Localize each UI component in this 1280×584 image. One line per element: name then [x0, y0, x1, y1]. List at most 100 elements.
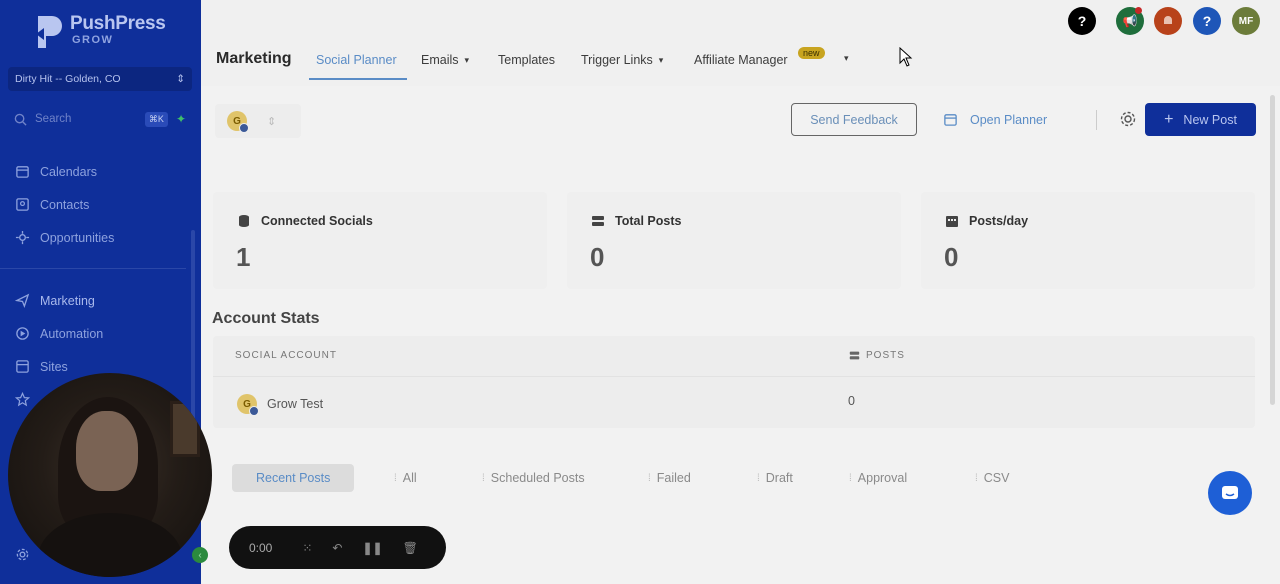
question-icon: ?: [1202, 13, 1212, 29]
brand-name: PushPress: [70, 13, 166, 34]
sidebar-item-marketing[interactable]: Marketing: [15, 293, 95, 308]
send-icon: [15, 293, 30, 308]
gear-icon[interactable]: [1119, 110, 1137, 128]
stat-card-posts-per-day: Posts/day 0: [921, 192, 1255, 289]
draft-icon: ⁞: [757, 472, 760, 484]
table-row[interactable]: G Grow Test: [237, 394, 323, 416]
recording-controls: 0:00 ⁙ ↶ ❚❚ 🗑: [229, 526, 446, 569]
chat-launcher-button[interactable]: [1208, 471, 1252, 515]
top-header: Marketing Social Planner Emails ▾ Templa…: [201, 0, 1280, 86]
tab-label: Affiliate Manager: [694, 53, 788, 67]
more-tabs-dropdown[interactable]: ▾: [844, 53, 849, 64]
recording-timer: 0:00: [249, 540, 273, 555]
collapse-sidebar-icon[interactable]: ‹: [192, 547, 208, 563]
stat-value: 0: [590, 242, 605, 272]
sidebar-item-settings[interactable]: [15, 547, 30, 562]
brand-logo[interactable]: PushPress GROW: [34, 14, 166, 50]
pause-icon[interactable]: ❚❚: [362, 541, 382, 555]
tab-scheduled-posts[interactable]: ⁞ Scheduled Posts: [482, 464, 585, 492]
sidebar-item-favorites[interactable]: [15, 392, 30, 407]
contacts-icon: [16, 198, 29, 211]
announcements-button[interactable]: 📢: [1116, 7, 1144, 35]
tab-csv[interactable]: ⁞ CSV: [975, 464, 1009, 492]
sidebar-search[interactable]: Search ⌘K ✦: [8, 108, 192, 130]
stat-label: Posts/day: [969, 214, 1029, 228]
posts-count: 0: [848, 394, 855, 408]
new-post-button[interactable]: + New Post: [1145, 103, 1256, 136]
stat-card-connected-socials: Connected Socials 1: [213, 192, 547, 289]
account-avatar: G: [227, 111, 249, 133]
stat-label: Connected Socials: [261, 214, 373, 228]
brand-sub: GROW: [72, 34, 114, 46]
table-divider: [213, 376, 1255, 377]
location-switcher[interactable]: Dirty Hit -- Golden, CO ⇕: [8, 67, 192, 91]
active-tab-indicator: [309, 78, 407, 80]
tab-label: Templates: [498, 53, 555, 67]
notification-dot: [1135, 7, 1142, 14]
quick-action-icon[interactable]: ✦: [176, 112, 186, 126]
question-icon: ?: [1077, 13, 1087, 29]
tab-failed[interactable]: ⁞ Failed: [648, 464, 691, 492]
sidebar-divider: [0, 268, 186, 269]
server-icon: [849, 351, 860, 360]
trash-icon[interactable]: 🗑: [403, 541, 418, 555]
megaphone-icon: 📢: [1122, 14, 1138, 28]
support-button[interactable]: ?: [1193, 7, 1221, 35]
tab-draft[interactable]: ⁞ Draft: [757, 464, 793, 492]
open-planner-label: Open Planner: [970, 112, 1048, 127]
sidebar-item-label: Sites: [40, 359, 68, 374]
tab-social-planner[interactable]: Social Planner: [316, 53, 397, 67]
pushpress-logo-icon: [36, 16, 62, 48]
grid-icon[interactable]: ⁙: [302, 541, 312, 555]
sidebar-item-calendars[interactable]: Calendars: [15, 164, 97, 179]
main-scrollbar[interactable]: [1270, 95, 1275, 405]
tab-approval[interactable]: ⁞ Approval: [849, 464, 907, 492]
tab-recent-posts[interactable]: Recent Posts: [232, 464, 355, 492]
chevron-down-icon: ▾: [658, 54, 664, 65]
new-post-label: New Post: [1183, 112, 1237, 127]
location-label: Dirty Hit -- Golden, CO: [15, 73, 121, 85]
notifications-button[interactable]: [1154, 7, 1182, 35]
presenter-face: [76, 411, 138, 491]
opportunities-icon: [15, 230, 30, 245]
account-avatar: G: [237, 394, 259, 416]
automation-icon: [16, 327, 29, 340]
chevron-down-icon: ▾: [464, 54, 470, 65]
user-avatar[interactable]: MF: [1232, 7, 1260, 35]
sidebar-item-label: Calendars: [40, 164, 97, 179]
toolbar-divider: [1096, 110, 1097, 130]
main-content: G ⇕ Send Feedback Open Planner + New Pos…: [201, 86, 1280, 584]
tab-all[interactable]: ⁞ All: [394, 464, 417, 492]
sidebar-item-label: Opportunities: [40, 230, 115, 245]
tab-affiliate-manager[interactable]: Affiliate Manager: [694, 53, 788, 67]
tab-label: Emails: [421, 53, 459, 67]
account-switcher[interactable]: G ⇕: [215, 104, 301, 138]
tab-label: Social Planner: [316, 53, 397, 67]
sidebar-item-automation[interactable]: Automation: [15, 326, 103, 341]
help-circle-button[interactable]: ?: [1068, 7, 1096, 35]
tab-trigger-links[interactable]: Trigger Links ▾: [581, 53, 663, 67]
chat-icon: [1222, 486, 1238, 499]
sidebar-item-contacts[interactable]: Contacts: [15, 197, 89, 212]
clock-icon: ⁞: [482, 472, 485, 484]
undo-icon[interactable]: ↶: [332, 541, 342, 555]
check-icon: ⁞: [849, 472, 852, 484]
tab-templates[interactable]: Templates: [498, 53, 555, 67]
alert-icon: ⁞: [648, 472, 651, 484]
sidebar-item-sites[interactable]: Sites: [15, 359, 68, 374]
mouse-cursor-icon: [899, 47, 913, 67]
star-icon: [15, 392, 30, 407]
database-icon: [239, 215, 249, 227]
open-planner-button[interactable]: Open Planner: [943, 103, 1047, 136]
column-header-posts: POSTS: [849, 350, 905, 361]
account-stats-title: Account Stats: [212, 310, 320, 327]
chevron-down-icon: ▾: [844, 53, 849, 63]
sidebar-scrollbar[interactable]: [191, 230, 195, 430]
send-feedback-button[interactable]: Send Feedback: [791, 103, 917, 136]
sidebar-item-opportunities[interactable]: Opportunities: [15, 230, 114, 245]
calendar-icon: [16, 166, 29, 178]
column-header-social-account: SOCIAL ACCOUNT: [235, 350, 337, 361]
tab-emails[interactable]: Emails ▾: [421, 53, 469, 67]
chevron-updown-icon: ⇕: [267, 115, 277, 128]
stat-label: Total Posts: [615, 214, 682, 228]
